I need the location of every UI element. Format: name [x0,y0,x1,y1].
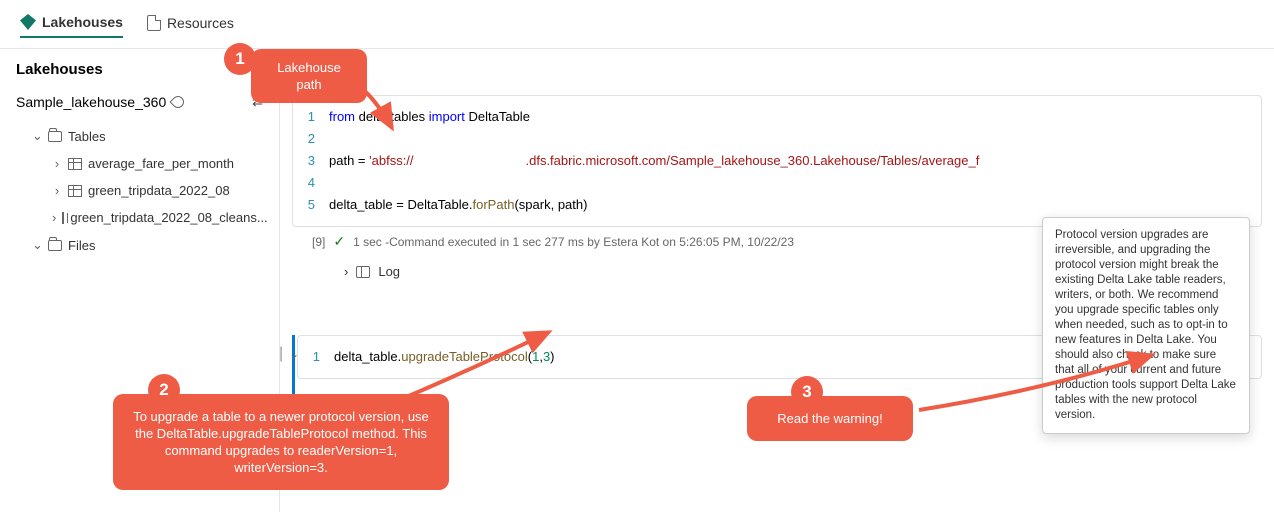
callout-badge-3: 3 [791,376,823,408]
chevron-right-icon: › [52,210,56,225]
tab-lakehouses[interactable]: Lakehouses [20,14,123,38]
table-name: green_tripdata_2022_08 [88,183,230,198]
table-icon [68,185,82,197]
lakehouse-selector[interactable]: Sample_lakehouse_360 ⇄ [16,94,263,110]
tab-resources[interactable]: Resources [147,14,234,38]
lakehouse-icon [20,14,36,30]
cell-index: [9] [312,235,325,249]
warning-tooltip: Protocol version upgrades are irreversib… [1042,217,1250,434]
top-tabs: Lakehouses Resources [0,0,1274,49]
status-text: 1 sec -Command executed in 1 sec 277 ms … [353,235,794,249]
table-row[interactable]: › green_tripdata_2022_08_cleans... [16,204,263,231]
code-block[interactable]: 1from delta.tables import DeltaTable23pa… [292,95,1262,227]
chevron-down-icon: ⌄ [32,128,42,144]
callout-2: To upgrade a table to a newer protocol v… [113,394,449,490]
check-icon: ✓ [333,233,345,250]
tree-label: Tables [68,129,106,144]
table-icon [68,158,82,170]
table-row[interactable]: › average_fare_per_month [16,150,263,177]
chevron-down-icon[interactable]: ⌄ [289,347,299,361]
document-icon [147,15,161,31]
chevron-right-icon: › [52,156,62,171]
pin-icon[interactable] [170,94,187,111]
callout-badge-1: 1 [224,43,256,75]
table-icon [62,212,64,224]
cell-run-gutter: | ⌄ [280,345,295,363]
tab-label: Resources [167,15,234,31]
tree-tables[interactable]: ⌄ Tables [16,122,263,150]
chevron-down-icon: ⌄ [32,237,42,253]
log-label: Log [378,264,400,279]
table-row[interactable]: › green_tripdata_2022_08 [16,177,263,204]
chevron-right-icon: › [52,183,62,198]
table-name: average_fare_per_month [88,156,234,171]
chevron-right-icon: › [344,264,348,279]
callout-1: Lakehouse path [251,49,367,103]
callout-3: Read the warning! [747,396,913,441]
log-icon [356,266,370,278]
tab-label: Lakehouses [42,14,123,30]
tree-files[interactable]: ⌄ Files [16,231,263,259]
callout-badge-2: 2 [148,374,180,406]
table-name: green_tripdata_2022_08_cleans... [70,210,267,225]
folder-icon [48,131,62,142]
lakehouse-name: Sample_lakehouse_360 [16,94,166,110]
tree-label: Files [68,238,95,253]
tooltip-text: Protocol version upgrades are irreversib… [1055,229,1236,421]
separator: | [280,345,283,363]
folder-icon [48,240,62,251]
